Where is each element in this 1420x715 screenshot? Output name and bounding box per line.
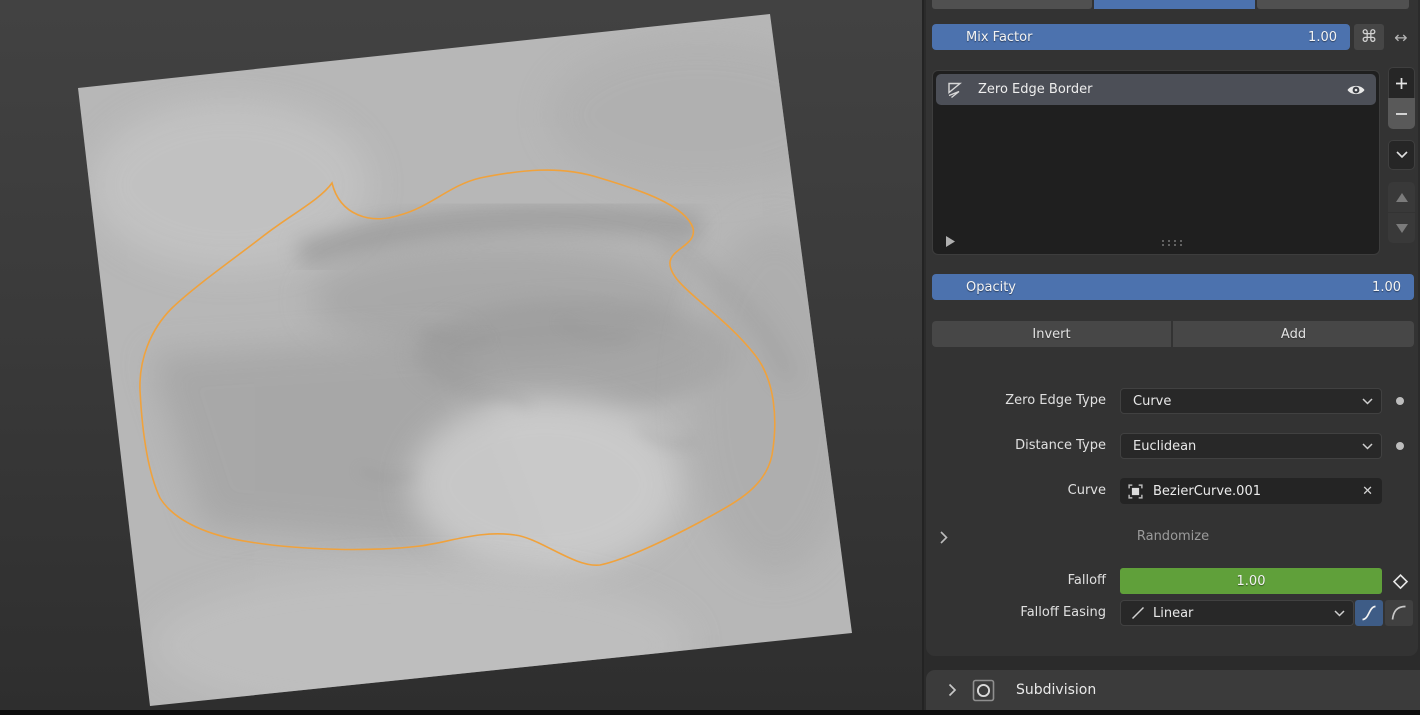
- ease-out-button[interactable]: [1385, 600, 1413, 626]
- falloff-easing-dropdown[interactable]: Linear: [1120, 600, 1354, 626]
- falloff-label: Falloff: [932, 568, 1106, 594]
- falloff-slider[interactable]: 1.00: [1120, 568, 1382, 594]
- chevron-down-icon: [1334, 610, 1353, 617]
- zero-edge-type-value: Curve: [1121, 394, 1362, 409]
- opacity-label: Opacity: [932, 280, 1372, 295]
- list-move-up-button[interactable]: [1388, 182, 1415, 212]
- chevron-down-icon: [1396, 151, 1408, 159]
- distance-type-value: Euclidean: [1121, 439, 1362, 454]
- falloff-easing-label: Falloff Easing: [932, 600, 1106, 626]
- distance-type-dropdown[interactable]: Euclidean: [1120, 433, 1382, 459]
- curve-object-name: BezierCurve.001: [1153, 484, 1362, 499]
- mix-factor-slider[interactable]: Mix Factor 1.00: [932, 24, 1350, 50]
- opacity-value: 1.00: [1372, 280, 1414, 295]
- s-curve-icon: [1360, 604, 1378, 622]
- zero-edge-icon: [945, 80, 964, 99]
- falloff-easing-value: Linear: [1145, 606, 1334, 621]
- input-attribute-toggle-button[interactable]: ⌘: [1354, 24, 1384, 50]
- mask-layer-list[interactable]: Zero Edge Border: [932, 70, 1380, 255]
- list-add-button[interactable]: [1388, 67, 1415, 98]
- terrain-scene: [0, 0, 922, 715]
- window-bottom-edge: [0, 710, 1420, 715]
- list-expand-triangle[interactable]: [946, 236, 955, 247]
- eye-visibility-icon[interactable]: [1346, 83, 1366, 97]
- segmented-control-partial: [932, 0, 1411, 9]
- animate-decorator-dot[interactable]: [1396, 397, 1404, 405]
- mix-factor-label: Mix Factor: [932, 30, 1308, 45]
- add-button[interactable]: Add: [1173, 321, 1414, 347]
- list-resize-grip[interactable]: [1161, 239, 1183, 247]
- linear-easing-icon: [1131, 606, 1145, 620]
- zero-edge-type-label: Zero Edge Type: [932, 388, 1106, 414]
- subdivision-expand-chevron[interactable]: [948, 683, 957, 697]
- mask-layer-name: Zero Edge Border: [978, 82, 1092, 97]
- extend-value-button[interactable]: ↔: [1387, 24, 1415, 50]
- chevron-down-icon: [1362, 398, 1381, 405]
- list-specials-menu-button[interactable]: [1388, 140, 1415, 170]
- segment-middle-active[interactable]: [1094, 0, 1255, 9]
- terrain-mesh-object[interactable]: [78, 14, 860, 715]
- zero-edge-type-dropdown[interactable]: Curve: [1120, 388, 1382, 414]
- list-remove-button[interactable]: [1388, 98, 1415, 129]
- swap-arrows-icon: ↔: [1394, 28, 1407, 47]
- subdivision-panel-label: Subdivision: [1016, 682, 1096, 698]
- chevron-down-icon: [1362, 443, 1381, 450]
- mask-layer-item[interactable]: Zero Edge Border: [936, 74, 1376, 105]
- pinwheel-icon: ⌘: [1361, 27, 1378, 47]
- ease-curve-icon: [1390, 604, 1408, 622]
- invert-button-label: Invert: [1032, 327, 1070, 342]
- mix-factor-value: 1.00: [1308, 30, 1350, 45]
- subdivision-toggle-icon[interactable]: [972, 679, 995, 702]
- minus-icon: [1395, 112, 1408, 116]
- plus-icon: [1395, 77, 1408, 90]
- opacity-slider[interactable]: Opacity 1.00: [932, 274, 1414, 300]
- curve-data-icon: [1127, 483, 1144, 500]
- animate-decorator-dot[interactable]: [1396, 442, 1404, 450]
- blender-window: Mix Factor 1.00 ⌘ ↔ Zero Edge Border: [0, 0, 1420, 715]
- keyframe-diamond-icon[interactable]: [1389, 570, 1412, 593]
- falloff-value: 1.00: [1237, 574, 1266, 589]
- distance-type-label: Distance Type: [932, 433, 1106, 459]
- subdivision-panel-header[interactable]: Subdivision: [926, 670, 1420, 710]
- list-move-down-button[interactable]: [1388, 213, 1415, 243]
- triangle-up-icon: [1396, 193, 1408, 202]
- add-button-label: Add: [1281, 327, 1306, 342]
- randomize-subpanel-header[interactable]: Randomize: [932, 526, 1414, 548]
- triangle-down-icon: [1396, 224, 1408, 233]
- segment-right[interactable]: [1257, 0, 1409, 9]
- curve-field-label: Curve: [932, 478, 1106, 504]
- properties-panel: Mix Factor 1.00 ⌘ ↔ Zero Edge Border: [922, 0, 1420, 715]
- curve-object-field[interactable]: BezierCurve.001 ✕: [1120, 478, 1382, 504]
- 3d-viewport[interactable]: [0, 0, 922, 715]
- segment-left[interactable]: [932, 0, 1092, 9]
- clear-x-icon[interactable]: ✕: [1362, 484, 1373, 499]
- ease-in-out-button[interactable]: [1355, 600, 1383, 626]
- invert-button[interactable]: Invert: [932, 321, 1171, 347]
